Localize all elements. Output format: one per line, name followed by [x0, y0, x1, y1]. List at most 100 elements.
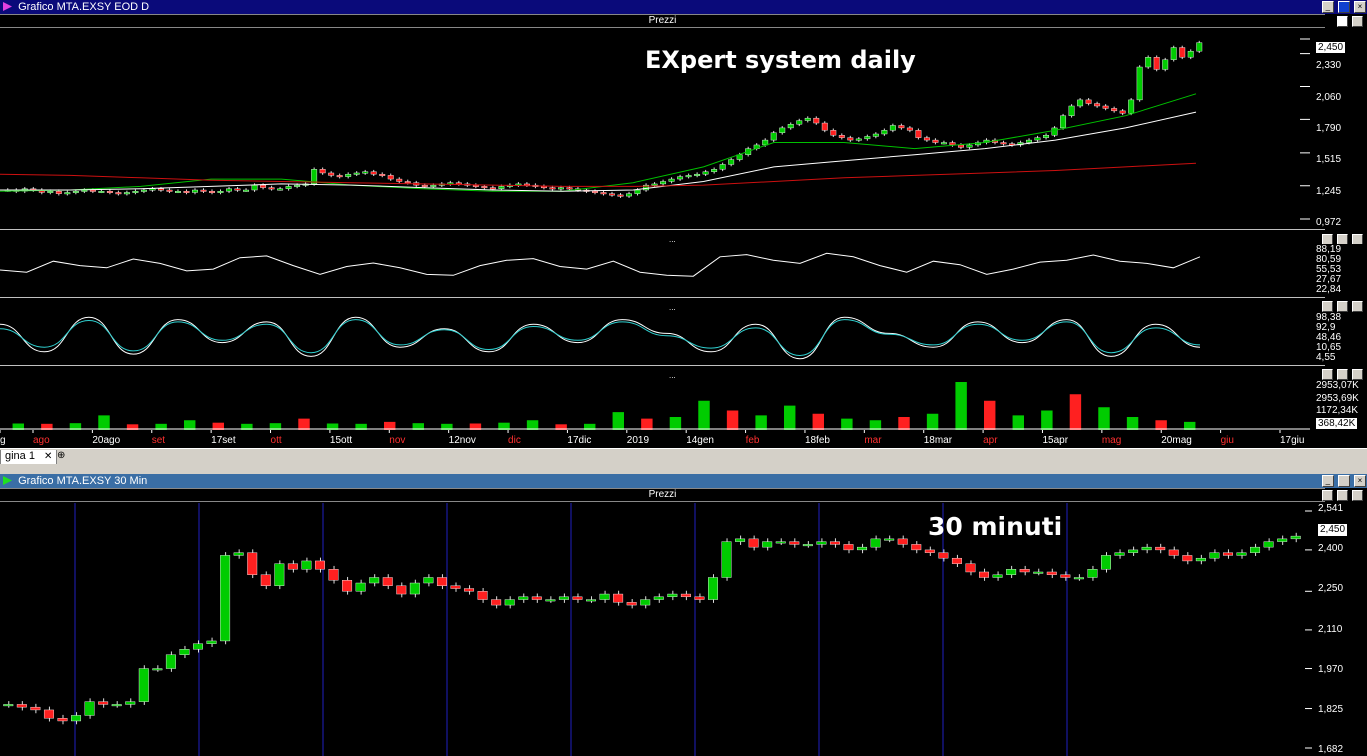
- stochastic-line: [0, 319, 1201, 357]
- candle-body: [1141, 546, 1152, 551]
- candle-body: [319, 169, 326, 174]
- price-tick-label: 1,515: [1316, 154, 1342, 166]
- chart-window-titlebar-daily[interactable]: Grafico MTA.EXSY EOD D _ ×: [0, 0, 1367, 14]
- candle-body: [518, 596, 529, 600]
- price-tick-label: 2,060: [1316, 91, 1342, 103]
- chart-window-titlebar-30min[interactable]: Grafico MTA.EXSY 30 Min _ ×: [0, 474, 1367, 488]
- new-tab-icon[interactable]: ⊕: [57, 450, 71, 462]
- candle-body: [362, 171, 369, 174]
- tab-pagina-1[interactable]: gina 1 ✕: [0, 450, 58, 465]
- price-tick-label: 2,330: [1316, 60, 1342, 72]
- candle-body: [1128, 549, 1139, 553]
- volume-bar: [955, 382, 967, 430]
- candle-body: [802, 544, 813, 547]
- candle-body: [816, 541, 827, 545]
- close-button[interactable]: ×: [1354, 1, 1366, 13]
- candle-body: [870, 538, 881, 548]
- rsi-indicator-chart[interactable]: [0, 244, 1310, 296]
- date-label: set: [152, 435, 166, 446]
- candle-body: [1236, 552, 1247, 556]
- date-label: 2019: [627, 435, 650, 446]
- price-tick-label: 1,245: [1316, 185, 1342, 197]
- pane-close-button[interactable]: [1352, 369, 1363, 380]
- pane-pin-button[interactable]: [1336, 16, 1348, 27]
- pane-restore-button[interactable]: [1336, 301, 1348, 312]
- rsi-axis: 88,19 80,59 55,53 27,67 22,84: [1310, 244, 1367, 296]
- candle-body: [660, 181, 667, 185]
- candle-body: [779, 127, 786, 133]
- candle-body: [796, 120, 803, 125]
- candle-body: [175, 191, 181, 193]
- moving-average-line: [0, 162, 1197, 187]
- candle-body: [314, 560, 325, 570]
- candle-body: [897, 538, 908, 545]
- candle-body: [1222, 552, 1233, 556]
- volume-bar: [841, 418, 853, 430]
- candle-body: [940, 142, 947, 145]
- volume-axis: 2953,07K 2953,69K 1172,34K 368,42K: [1310, 380, 1367, 430]
- candle-body: [789, 541, 800, 545]
- candle-body: [668, 178, 675, 182]
- volume-bar: [641, 418, 653, 430]
- date-axis-daily[interactable]: g ago 20ago set 17set ott 15ott nov 12nov dic 17di…: [0, 430, 1310, 448]
- candle-body: [370, 171, 377, 175]
- volume-tick-label: 368,42K: [1316, 418, 1358, 429]
- candle-body: [1196, 42, 1203, 52]
- candle-body: [965, 563, 976, 573]
- moving-average-line: [0, 93, 1197, 192]
- candle-body: [1155, 546, 1166, 551]
- pane-minimize-button[interactable]: [1321, 490, 1333, 501]
- volume-chart[interactable]: [0, 380, 1310, 430]
- candle-body: [179, 649, 190, 655]
- candle-body: [149, 188, 156, 191]
- date-label: apr: [983, 435, 998, 446]
- intraday-price-chart[interactable]: [0, 503, 1312, 756]
- stochastic-indicator-chart[interactable]: [0, 312, 1310, 364]
- candle-body: [369, 577, 380, 584]
- volume-bar: [755, 415, 767, 430]
- candle-body: [1094, 103, 1101, 107]
- pane-separator[interactable]: ...: [0, 229, 1325, 244]
- candle-body: [226, 188, 232, 192]
- chart-overlay-title: EXpert system daily: [645, 46, 916, 74]
- pane-close-button[interactable]: [1352, 490, 1363, 501]
- date-label: 15apr: [1042, 435, 1068, 446]
- candle-body: [57, 718, 68, 722]
- candle-body: [328, 172, 335, 176]
- volume-bar: [98, 415, 110, 430]
- candle-body: [1101, 555, 1111, 570]
- candle-body: [43, 709, 54, 719]
- pane-minimize-button[interactable]: [1321, 301, 1333, 312]
- minimize-button[interactable]: _: [1321, 475, 1334, 487]
- pane-restore-button[interactable]: [1336, 369, 1348, 380]
- pane-close-button[interactable]: [1352, 301, 1363, 312]
- candle-body: [830, 130, 837, 136]
- pane-minimize-button[interactable]: [1321, 369, 1333, 380]
- candle-body: [640, 599, 651, 606]
- candle-body: [1073, 577, 1084, 580]
- pane-header-prezzi[interactable]: Prezzi: [0, 14, 1325, 28]
- volume-tick-label: 2953,07K: [1316, 380, 1359, 391]
- pane-separator[interactable]: ...: [0, 297, 1325, 312]
- candle-body: [821, 122, 828, 131]
- date-label: 20ago: [92, 435, 120, 446]
- price-tick-label: 1,970: [1318, 663, 1344, 675]
- candle-body: [430, 184, 437, 187]
- pane-separator[interactable]: ...: [0, 365, 1325, 380]
- maximize-button[interactable]: [1337, 475, 1350, 487]
- candle-body: [1277, 538, 1288, 542]
- price-axis-intraday[interactable]: 2,541 2,400 2,250 2,110 1,970 1,825 1,682: [1312, 503, 1367, 756]
- date-label: ago: [33, 435, 50, 446]
- candle-body: [152, 668, 163, 671]
- pane-header-prezzi[interactable]: Prezzi: [0, 488, 1325, 502]
- candle-body: [125, 701, 136, 705]
- pane-restore-button[interactable]: [1336, 490, 1348, 501]
- minimize-button[interactable]: _: [1321, 1, 1334, 13]
- volume-bar: [984, 400, 996, 430]
- candle-body: [762, 139, 769, 146]
- price-axis-daily[interactable]: 2,450 2,330 2,060 1,790 1,515 1,245 0,972: [1310, 29, 1367, 229]
- tab-close-icon[interactable]: ✕: [44, 451, 52, 462]
- close-button[interactable]: ×: [1354, 475, 1366, 487]
- pane-vertical-scroll[interactable]: [1352, 16, 1363, 27]
- maximize-button[interactable]: [1337, 1, 1350, 13]
